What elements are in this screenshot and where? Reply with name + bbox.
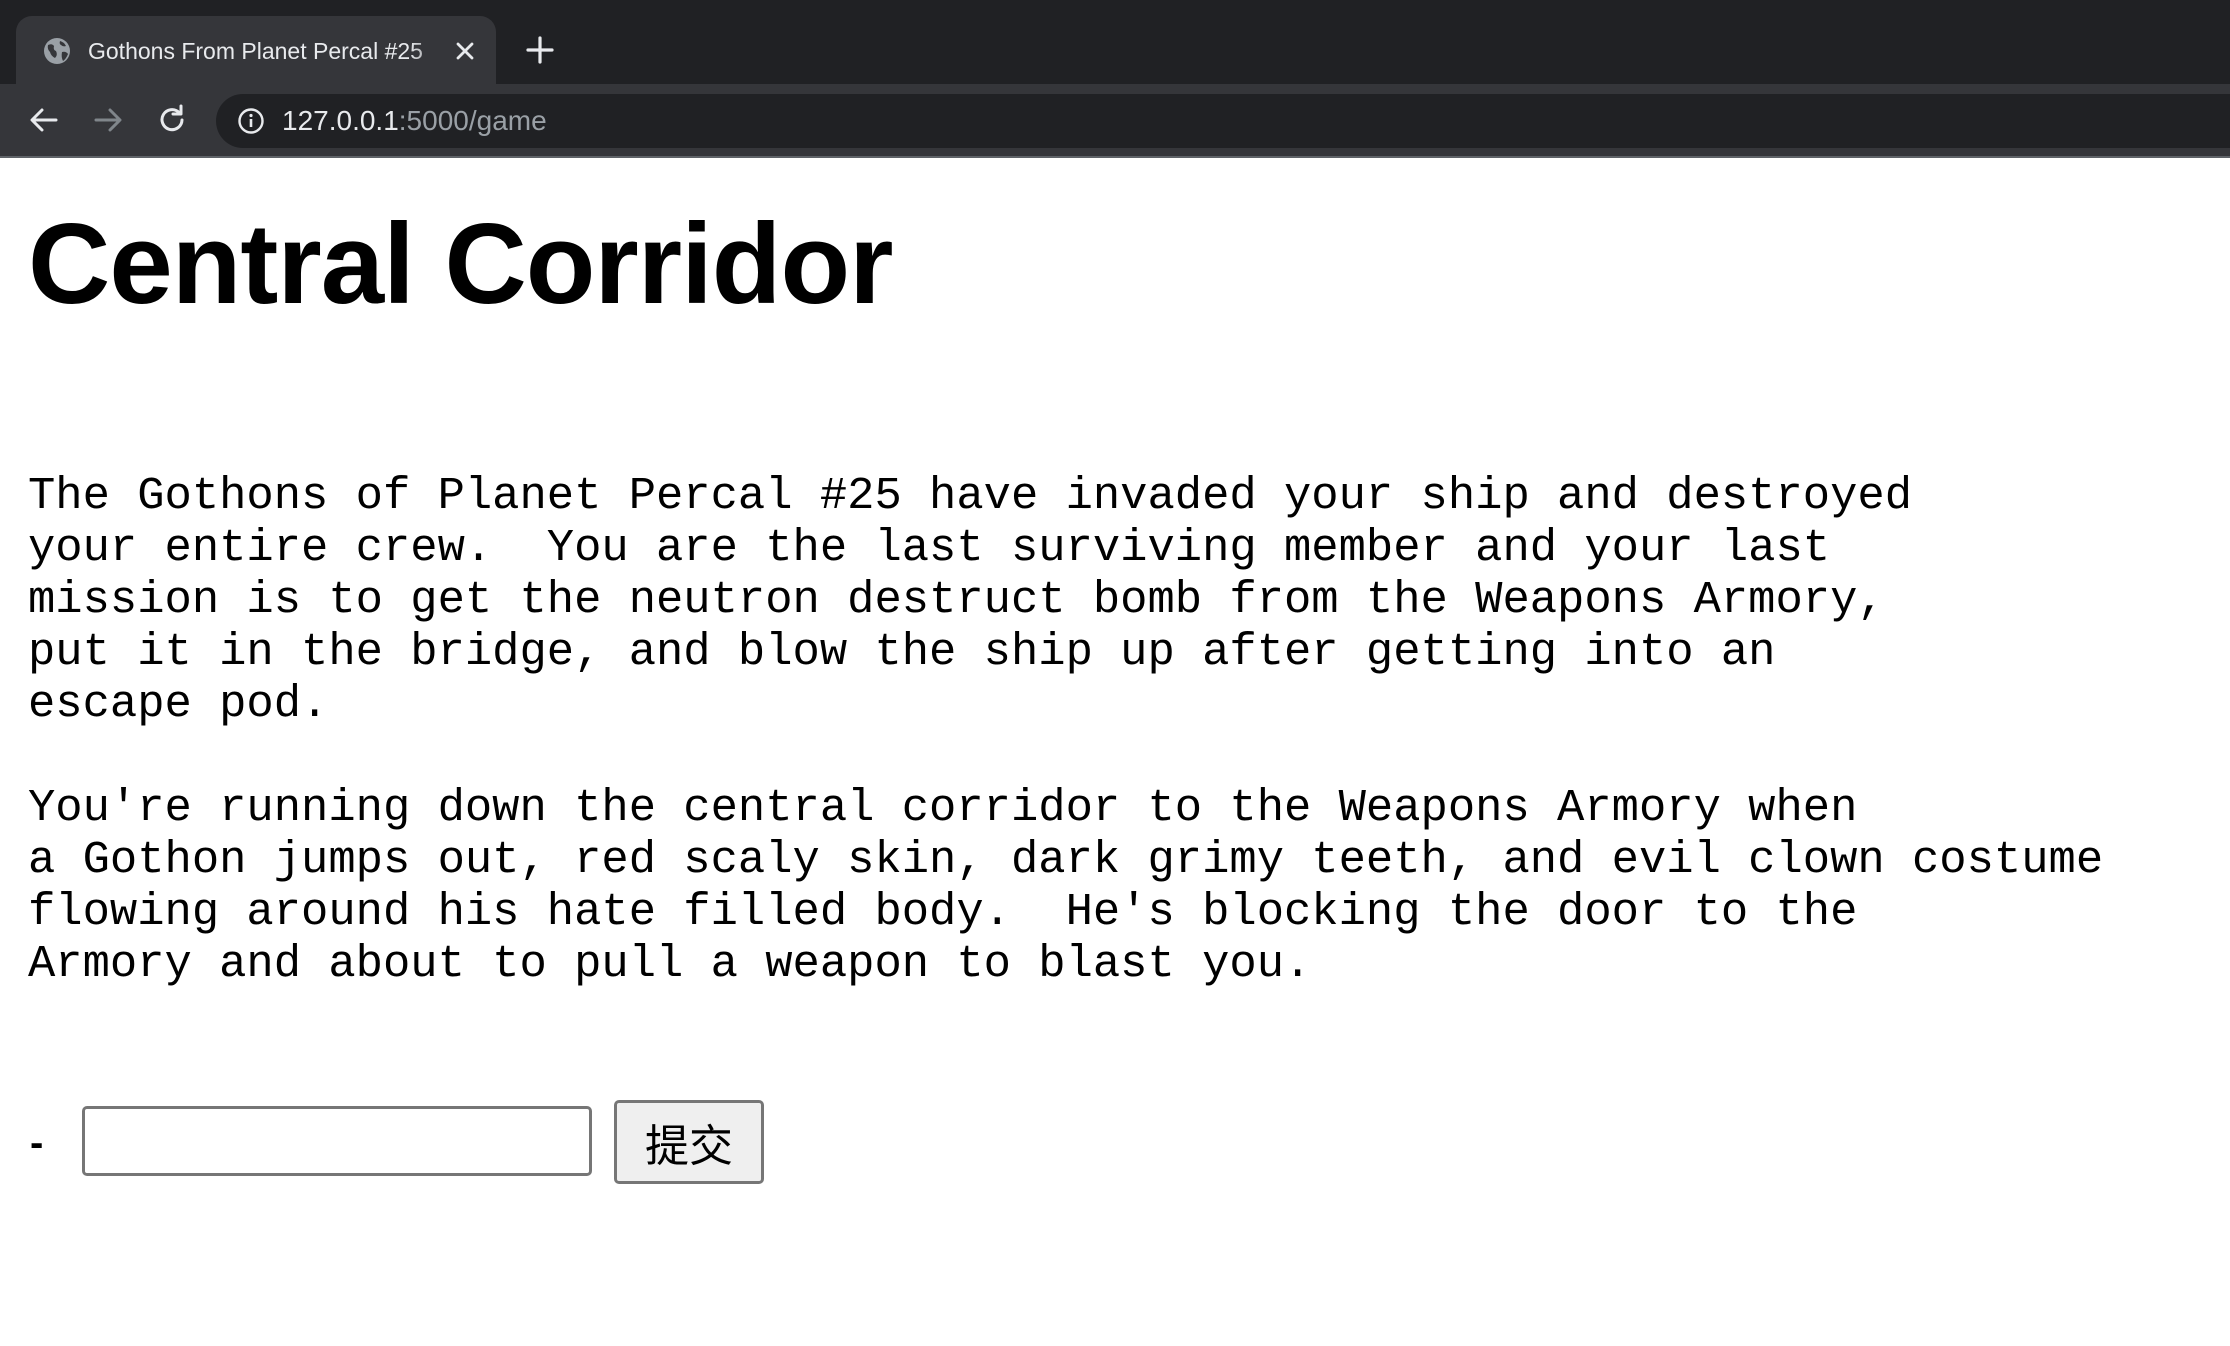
submit-button[interactable]: 提交 — [614, 1100, 764, 1184]
prompt-marker: - — [30, 1121, 44, 1165]
url-text[interactable]: 127.0.0.1:5000/game — [282, 103, 547, 139]
url-host: 127.0.0.1 — [282, 105, 399, 136]
arrow-right-icon[interactable] — [90, 102, 126, 138]
action-input[interactable] — [82, 1106, 592, 1176]
close-icon[interactable] — [450, 36, 480, 66]
info-icon[interactable] — [236, 106, 266, 136]
plus-icon[interactable] — [522, 32, 558, 68]
tab-title: Gothons From Planet Percal #25 — [88, 38, 423, 64]
arrow-left-icon[interactable] — [26, 102, 62, 138]
tab-strip: Gothons From Planet Percal #25 — [0, 0, 2230, 84]
browser-tab[interactable]: Gothons From Planet Percal #25 — [16, 16, 496, 84]
browser-toolbar: 127.0.0.1:5000/game — [0, 84, 2230, 156]
url-path: :5000/game — [398, 105, 547, 136]
globe-icon — [44, 38, 70, 64]
address-bar[interactable]: 127.0.0.1:5000/game — [216, 94, 2230, 148]
chrome-divider — [0, 156, 2230, 158]
room-description: The Gothons of Planet Percal #25 have in… — [28, 470, 2104, 990]
page-title: Central Corridor — [28, 201, 893, 328]
reload-icon[interactable] — [154, 102, 190, 138]
